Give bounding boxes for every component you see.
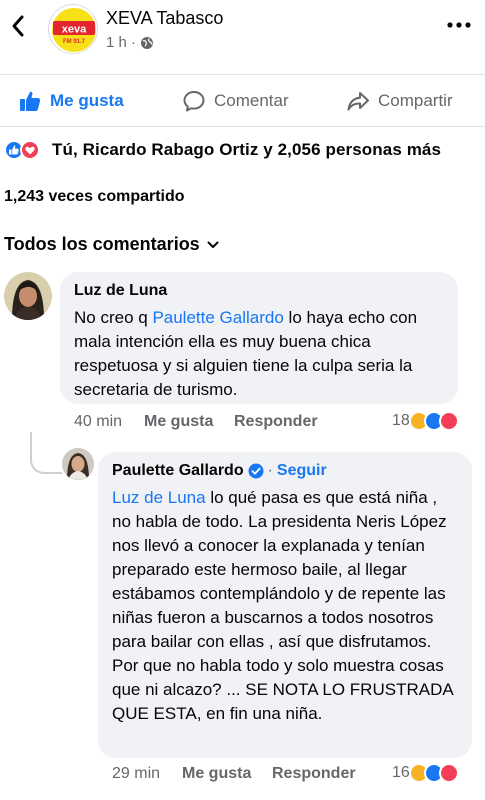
back-arrow-icon[interactable] (8, 12, 28, 40)
reply-header: Paulette Gallardo · Seguir (112, 462, 458, 480)
comments-filter[interactable]: Todos los comentarios (4, 234, 220, 255)
reply-thread-line (30, 432, 62, 474)
like-button[interactable]: Me gusta (18, 82, 124, 120)
comment-bubble[interactable]: Luz de Luna No creo q Paulette Gallardo … (60, 272, 458, 404)
mention-link[interactable]: Luz de Luna (112, 488, 206, 507)
post-time[interactable]: 1 h (106, 34, 127, 51)
verified-badge-icon (248, 463, 264, 479)
comment-time[interactable]: 40 min (74, 413, 122, 431)
reply-time[interactable]: 29 min (112, 765, 160, 783)
chevron-down-icon (207, 241, 219, 248)
reactions-summary[interactable]: Tú, Ricardo Rabago Ortiz y 2,056 persona… (4, 138, 441, 162)
reply-bubble[interactable]: Paulette Gallardo · Seguir Luz de Luna l… (98, 452, 472, 758)
post-meta: 1 h · (106, 34, 154, 51)
page-name[interactable]: XEVA Tabasco (106, 8, 223, 29)
comment-reactions[interactable]: 18 (392, 411, 459, 431)
comment-text-start: No creo q (74, 308, 153, 327)
comment-like-button[interactable]: Me gusta (144, 413, 213, 431)
share-label: Compartir (378, 91, 453, 110)
share-arrow-icon (347, 92, 369, 111)
comment-button[interactable]: Comentar (182, 82, 289, 120)
love-reaction-icon (438, 411, 459, 431)
reply-reply-button[interactable]: Responder (272, 765, 356, 783)
more-options-icon[interactable] (446, 18, 472, 32)
globe-icon (140, 36, 153, 49)
reaction-icons (4, 140, 44, 160)
logo-text: xeva (62, 24, 87, 36)
reaction-count: 16 (392, 764, 410, 781)
logo-frequency: FM 91.7 (63, 39, 86, 45)
reactions-text: Tú, Ricardo Rabago Ortiz y 2,056 persona… (52, 140, 442, 159)
comment-author[interactable]: Luz de Luna (74, 282, 444, 300)
comment-label: Comentar (214, 91, 289, 110)
love-reaction-icon (438, 763, 459, 783)
reply-reactions[interactable]: 16 (392, 763, 459, 783)
post-action-bar: Me gusta Comentar Compartir (0, 82, 485, 120)
reply-text-body: lo qué pasa es que está niña , no habla … (112, 488, 453, 723)
meta-separator: · (130, 34, 136, 51)
follow-button[interactable]: Seguir (277, 462, 327, 480)
avatar-photo (4, 272, 52, 320)
commenter-avatar[interactable] (4, 272, 52, 320)
comment-bubble-icon (183, 91, 205, 112)
comment-text: No creo q Paulette Gallardo lo haya echo… (74, 306, 444, 402)
post-header: xeva FM 91.7 XEVA Tabasco 1 h · (0, 0, 485, 64)
thumbs-up-icon (20, 91, 41, 111)
avatar-photo (62, 448, 94, 480)
share-button[interactable]: Compartir (346, 82, 453, 120)
xeva-logo-icon: xeva FM 91.7 (52, 8, 96, 52)
reply-author-avatar[interactable] (62, 448, 94, 480)
reply-like-button[interactable]: Me gusta (182, 765, 251, 783)
separator-dot: · (267, 462, 273, 479)
reaction-count: 18 (392, 412, 410, 429)
comment-reply-button[interactable]: Responder (234, 413, 318, 431)
reply-text: Luz de Luna lo qué pasa es que está niña… (112, 486, 458, 726)
love-reaction-icon (20, 140, 40, 160)
divider (0, 126, 485, 127)
divider (0, 74, 485, 75)
page-avatar[interactable]: xeva FM 91.7 (48, 4, 98, 54)
like-label: Me gusta (50, 91, 124, 110)
mention-link[interactable]: Paulette Gallardo (152, 308, 283, 327)
reply-author[interactable]: Paulette Gallardo (112, 462, 244, 480)
comments-filter-label: Todos los comentarios (4, 234, 200, 254)
share-count[interactable]: 1,243 veces compartido (4, 188, 185, 206)
